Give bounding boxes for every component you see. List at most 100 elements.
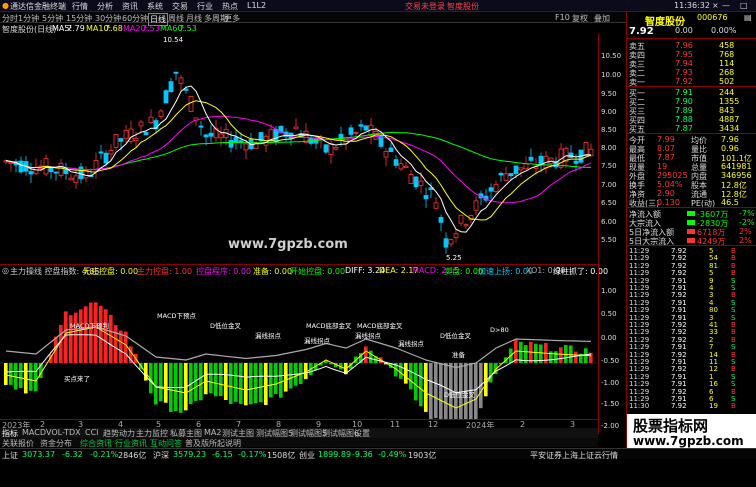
tab-macd[interactable]: MACD — [22, 428, 46, 437]
tick-row: 11:29 7.91 80 S — [627, 306, 756, 314]
signal-label: 买点来了 — [64, 375, 90, 383]
ask-row[interactable]: 卖一 7.92 502 — [627, 77, 756, 87]
index-value: 3073.37 — [22, 450, 56, 459]
candle-body — [228, 139, 234, 148]
ask-volume: 502 — [719, 77, 735, 86]
tab-vol[interactable]: VOL-TDX — [46, 428, 81, 437]
signal-label: D>80 — [490, 326, 509, 334]
index-label: 创业 — [299, 451, 315, 460]
candle-body — [168, 81, 174, 93]
divider — [627, 245, 756, 246]
candle-body — [518, 167, 524, 171]
menu-news[interactable]: 资讯 — [122, 1, 138, 12]
flow-row: 大宗流入 -2830万 -2% — [627, 218, 756, 228]
tab-ma2[interactable]: MA2 — [204, 428, 221, 437]
bid-row[interactable]: 买一 7.91 244 — [627, 88, 756, 98]
candle-body — [8, 161, 14, 164]
signal-label: 漏线拐点 — [255, 331, 282, 340]
tick-time: 11:30 — [629, 402, 650, 411]
app-name: 通达信金融终端 — [10, 2, 66, 11]
candle-body — [433, 202, 439, 209]
price-axis: 10.50 10.00 9.50 9.00 8.50 8.00 7.50 7.0… — [598, 34, 626, 434]
divider — [627, 133, 756, 134]
menu-l1l2[interactable]: L1L2 — [247, 1, 266, 10]
signal-label: MACD下预判 — [70, 321, 109, 330]
candle-body — [413, 176, 419, 188]
ask-row[interactable]: 卖四 7.95 768 — [627, 50, 756, 60]
candle-body — [408, 174, 414, 185]
ask-price: 7.96 — [675, 41, 693, 50]
ask-row[interactable]: 卖五 7.96 458 — [627, 41, 756, 51]
tick-row: 11:29 7.92 3 B — [627, 291, 756, 299]
tick-row: 11:29 7.92 12 B — [627, 365, 756, 373]
bid-price: 7.88 — [675, 115, 693, 124]
indicator-bar — [34, 363, 38, 392]
candle-body — [233, 136, 239, 143]
candle-body — [328, 143, 334, 155]
ask-row[interactable]: 卖二 7.93 268 — [627, 68, 756, 78]
bid-row[interactable]: 买三 7.89 843 — [627, 106, 756, 116]
candle-body — [488, 187, 494, 192]
candle-body — [323, 144, 329, 153]
menu-analysis[interactable]: 分析 — [97, 1, 113, 12]
flow-bar — [687, 220, 695, 225]
tab-trade-login[interactable]: 交易未登录 — [405, 1, 445, 12]
panel-menu-icon[interactable]: ▤ — [744, 13, 752, 22]
menu-trade[interactable]: 交易 — [172, 1, 188, 12]
candle-body — [443, 238, 449, 248]
indicator-bar — [119, 330, 123, 363]
date-axis: 2023年 2 3 4 5 6 7 8 9 10 11 12 2024年 2 3 — [0, 419, 598, 430]
banner-url: www.7gpzb.com — [633, 434, 744, 448]
ask-price: 7.95 — [675, 50, 693, 59]
indicator-bar — [439, 363, 443, 420]
index-pct: -0.21% — [90, 450, 119, 459]
tick-price: 7.92 — [671, 402, 687, 411]
ma-info-bar: 智度股份(日线) MA5: 7.79 MA10: 7.68 MA20: 7.53… — [0, 23, 600, 34]
menu-system[interactable]: 系统 — [147, 1, 163, 12]
index-volume: 1903亿 — [408, 451, 437, 460]
flow-row: 5日净流入额 6718万 2% — [627, 227, 756, 237]
minimize-icon[interactable]: — — [722, 1, 730, 10]
indicator-bar — [209, 363, 213, 394]
indicator-chart[interactable]: MACD下预判 买点来了 MACD下预点 D低位金叉 漏线拐点 MACD底部金叉… — [0, 275, 598, 420]
close-icon[interactable]: × — [712, 1, 719, 10]
stock-code: 000676 — [697, 13, 728, 22]
tick-row: 11:29 7.91 11 S — [627, 358, 756, 366]
bid-row[interactable]: 买五 7.87 3434 — [627, 124, 756, 134]
kline-chart[interactable]: 10.54 5.25 www.7gpzb.com — [0, 34, 598, 263]
index-change: -9.36 — [352, 450, 373, 459]
panel-header: 智度股份 000676 ▤ — [627, 13, 756, 28]
candle-body — [103, 152, 109, 164]
candle-body — [28, 171, 34, 175]
candle-body — [503, 173, 509, 181]
tick-row: 11:30 7.92 19 B — [627, 402, 756, 411]
candlesticks — [3, 71, 594, 254]
ask-row[interactable]: 卖三 7.94 114 — [627, 59, 756, 69]
candle-body — [183, 88, 189, 91]
indicator-bar — [234, 363, 238, 402]
tick-row: 11:29 7.92 14 B — [627, 351, 756, 359]
menu-hot[interactable]: 热点 — [222, 1, 238, 12]
tab-cci[interactable]: CCI — [85, 428, 99, 437]
f10-button[interactable]: F10 — [555, 13, 570, 22]
bid-price: 7.90 — [675, 97, 693, 106]
indicator-bar — [559, 347, 563, 363]
indicator-bar — [289, 363, 293, 389]
candle-body — [438, 217, 444, 223]
tab-stock[interactable]: 智度股份 — [447, 1, 479, 12]
indicator-title-bar: ◎ 主力操线 控盘指数: 4.85 无庄控盘: 0.00 主力控盘: 1.00 … — [0, 264, 608, 276]
last-price: 7.92 — [629, 26, 654, 37]
flow-bar — [687, 238, 695, 243]
candle-body — [463, 224, 469, 227]
candle-body — [583, 142, 589, 157]
stat-row: 净资 2.90 流通 12.8亿 — [627, 189, 756, 199]
info-tabs: 关联报价 资金分布 综合资讯 行业资讯 互动问答 普及版所起说明 — [0, 438, 598, 448]
stat-value: 346956 — [721, 171, 752, 180]
menu-quote[interactable]: 行情 — [72, 1, 88, 12]
bid-row[interactable]: 买四 7.88 4887 — [627, 115, 756, 125]
bid-row[interactable]: 买二 7.90 1355 — [627, 97, 756, 107]
menu-industry[interactable]: 行业 — [197, 1, 213, 12]
indicator-name-icon[interactable]: ◎ — [2, 266, 9, 275]
candle-body — [273, 128, 279, 142]
maximize-icon[interactable]: □ — [740, 1, 748, 10]
